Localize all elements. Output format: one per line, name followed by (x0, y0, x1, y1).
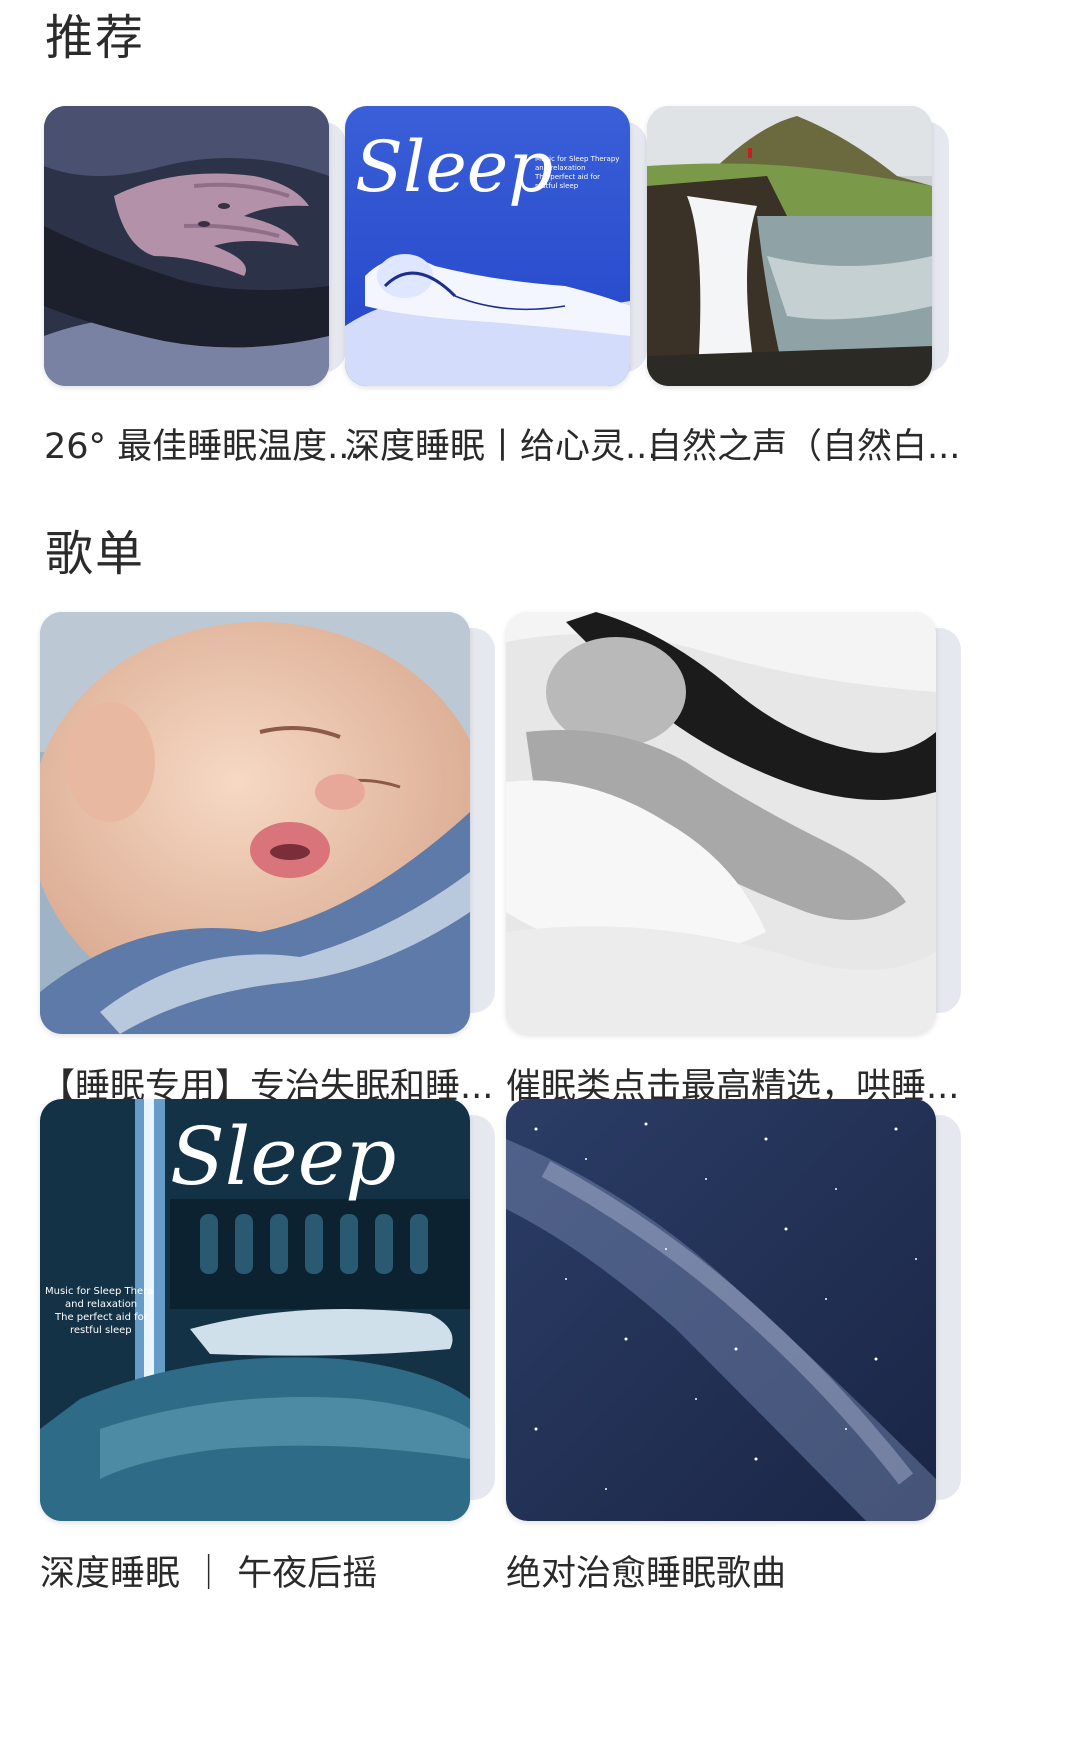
cover-wrapper: Sleep Music for Sleep Thera and relaxati… (40, 1099, 500, 1529)
milky-way-cover[interactable] (506, 1099, 936, 1521)
recommended-card-title: 自然之声（自然白... (647, 427, 961, 467)
cover-subtitle-line: restful sleep (535, 182, 579, 190)
cover-wrapper (506, 1099, 966, 1529)
cover-subtitle-line: The perfect aid for (534, 173, 600, 181)
waterfall-landscape-cover[interactable] (647, 106, 932, 386)
cover-wrapper (647, 106, 949, 396)
cover-logo-text: Sleep (355, 126, 553, 208)
cover-wrapper (506, 612, 966, 1042)
recommended-card-title: 26° 最佳睡眠温度... (44, 427, 361, 467)
section-title-playlists: 歌单 (45, 526, 146, 582)
playlist-card-title: 深度睡眠 ｜ 午夜后摇 (40, 1554, 378, 1594)
cover-wrapper: Sleep Music for Sleep Therapy and relaxa… (345, 106, 647, 396)
cover-subtitle-line: Music for Sleep Thera (45, 1286, 153, 1297)
cover-subtitle-line: restful sleep (70, 1325, 132, 1336)
sleep-album-blue-cover[interactable]: Sleep Music for Sleep Therapy and relaxa… (345, 106, 630, 386)
cover-wrapper (40, 612, 500, 1042)
sleep-bedroom-cover[interactable]: Sleep Music for Sleep Thera and relaxati… (40, 1099, 470, 1521)
cover-logo-text: Sleep (170, 1110, 396, 1203)
section-title-recommended: 推荐 (45, 10, 146, 66)
cover-subtitle-line: and relaxation (535, 164, 586, 172)
cover-subtitle-line: and relaxation (65, 1299, 137, 1310)
sleeping-woman-bw-cover[interactable] (506, 612, 936, 1034)
sleeping-baby-cover[interactable] (40, 612, 470, 1034)
recommended-card-title: 深度睡眠丨给心灵... (345, 427, 659, 467)
cover-wrapper (44, 106, 346, 396)
cover-subtitle-line: The perfect aid for (54, 1312, 149, 1323)
hands-painting-cover[interactable] (44, 106, 329, 386)
cover-subtitle-line: Music for Sleep Therapy (535, 155, 619, 163)
playlist-card-title: 绝对治愈睡眠歌曲 (506, 1554, 787, 1594)
